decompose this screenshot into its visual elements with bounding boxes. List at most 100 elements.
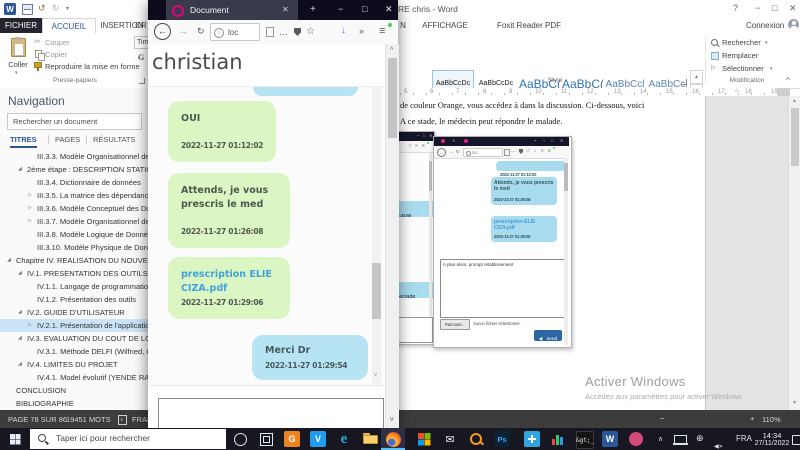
nav-item[interactable]: ◢ Chapitre IV. REALISATION DU NOUVEAU: [0, 254, 164, 267]
scroll-down-icon[interactable]: v: [390, 416, 394, 423]
terminal-app-icon[interactable]: &gt;_: [576, 431, 594, 449]
close-icon[interactable]: ✕: [385, 4, 393, 15]
tray-volume-muted-icon[interactable]: ◀✕: [714, 435, 723, 450]
replace-button[interactable]: Remplacer: [722, 51, 758, 60]
shield-icon[interactable]: [294, 28, 301, 36]
tab-accueil[interactable]: ACCUEIL: [42, 18, 96, 34]
copy-button[interactable]: Copier: [45, 50, 67, 59]
mail-app-icon[interactable]: ✉: [442, 431, 458, 447]
browser-scrollbar[interactable]: ^ v: [385, 44, 399, 430]
reload-icon[interactable]: ↻: [197, 27, 205, 36]
nav-tab-resultats[interactable]: RÉSULTATS: [86, 135, 136, 144]
firefox-app-icon[interactable]: [385, 431, 401, 447]
nav-tab-titres[interactable]: TITRES: [10, 135, 37, 148]
panel-scroll-down-icon[interactable]: v: [374, 372, 377, 378]
minimize-icon[interactable]: −: [755, 3, 760, 13]
zoom-out-icon[interactable]: −: [660, 414, 664, 423]
scroll-up-icon[interactable]: ▲: [792, 98, 797, 104]
nav-item[interactable]: BIBLIOGRAPHIE: [0, 397, 164, 410]
maximize-icon[interactable]: □: [772, 3, 777, 13]
task-view-icon[interactable]: [260, 433, 273, 446]
wamp-app-icon[interactable]: [628, 431, 644, 447]
tab-affichage[interactable]: AFFICHAGE: [414, 18, 476, 33]
help-icon[interactable]: ?: [733, 3, 738, 13]
qat-menu-icon[interactable]: ▾: [66, 5, 69, 12]
find-button[interactable]: Rechercher: [722, 38, 761, 47]
edge-app-icon[interactable]: e: [336, 431, 352, 447]
taskbar-search-input[interactable]: [54, 432, 223, 444]
word-app-icon[interactable]: W: [602, 431, 618, 447]
tray-network-icon[interactable]: ⊕: [696, 433, 704, 444]
action-center-icon[interactable]: [792, 435, 800, 445]
panel-scrollbar-thumb[interactable]: [372, 263, 381, 319]
word-scrollbar[interactable]: ▲ ▼: [788, 96, 800, 410]
zoom-level[interactable]: 110%: [762, 415, 781, 424]
cortana-icon[interactable]: [234, 433, 247, 446]
undo-icon[interactable]: ↺: [38, 3, 46, 14]
browser-tab[interactable]: Document ✕: [166, 0, 298, 20]
browser-scrollbar-thumb[interactable]: [388, 58, 397, 138]
tray-laptop-icon[interactable]: [673, 435, 688, 445]
site-info-icon[interactable]: i: [214, 28, 224, 38]
vscode-app-icon[interactable]: V: [310, 431, 326, 447]
save-icon[interactable]: [22, 4, 33, 15]
tab-revision[interactable]: N: [398, 18, 408, 33]
scroll-up-icon[interactable]: ^: [390, 47, 393, 54]
minimize-icon[interactable]: −: [338, 4, 343, 14]
stats-app-icon[interactable]: [550, 431, 566, 447]
photoshop-app-icon[interactable]: Ps: [494, 431, 510, 447]
nav-tab-pages[interactable]: PAGES: [48, 135, 80, 144]
nav-search-input[interactable]: [11, 116, 139, 127]
tray-chevron-icon[interactable]: ∧: [658, 435, 663, 443]
avatar[interactable]: [788, 19, 799, 30]
tab-fichier[interactable]: FICHIER: [0, 18, 42, 33]
collapse-ribbon-icon[interactable]: ^: [786, 76, 790, 85]
overflow-menu-icon[interactable]: »: [359, 27, 364, 36]
reader-view-icon[interactable]: [266, 27, 274, 37]
zoom-in-icon[interactable]: +: [750, 414, 754, 423]
start-button[interactable]: [0, 428, 30, 450]
url-input[interactable]: [226, 27, 258, 38]
scrollbar-thumb[interactable]: [791, 108, 799, 166]
bookmark-star-icon[interactable]: ☆: [306, 27, 315, 37]
nav-search-box[interactable]: [7, 113, 142, 130]
file-explorer-icon[interactable]: [362, 431, 378, 447]
indent-marker-icon[interactable]: ⌂: [735, 88, 739, 94]
page-actions-icon[interactable]: …: [279, 28, 288, 37]
panel-scrollbar[interactable]: [372, 87, 381, 385]
proofing-icon[interactable]: ✕: [118, 415, 127, 425]
scroll-down-icon[interactable]: ▼: [792, 400, 797, 406]
paste-button[interactable]: Coller ▾: [6, 37, 30, 79]
format-painter-button[interactable]: Reproduire la mise en forme: [45, 62, 140, 71]
tray-language[interactable]: FRA: [736, 434, 752, 443]
tab-creation[interactable]: CR: [134, 18, 148, 33]
maximize-icon[interactable]: □: [362, 4, 367, 14]
tab-foxit[interactable]: Foxit Reader PDF: [486, 18, 572, 33]
download-icon[interactable]: ↓: [341, 26, 346, 36]
gdesign-app-icon[interactable]: G: [284, 431, 300, 447]
store-app-icon[interactable]: [416, 431, 432, 447]
styles-dialog-launcher[interactable]: [681, 79, 687, 85]
hamburger-menu-icon[interactable]: ≡: [379, 26, 385, 37]
cut-button[interactable]: Couper: [45, 38, 70, 47]
tray-clock[interactable]: 14:34 27/11/2022: [752, 431, 792, 447]
clipboard-dialog-launcher[interactable]: [139, 78, 145, 84]
chat-message-panel[interactable]: ^ OUI 2022-11-27 01:12:02 Attends, je vo…: [148, 86, 384, 386]
forward-icon[interactable]: →: [179, 27, 188, 36]
tab-close-icon[interactable]: ✕: [282, 5, 289, 14]
attachment-link[interactable]: prescription ELIE CIZA.pdf: [181, 268, 279, 296]
taskbar-search-box[interactable]: [30, 429, 226, 449]
select-button[interactable]: Sélectionner: [722, 64, 764, 73]
medical-app-icon[interactable]: [524, 431, 540, 447]
idm-app-icon[interactable]: [468, 431, 484, 447]
bold-button[interactable]: G: [138, 53, 144, 62]
close-icon[interactable]: ✕: [789, 3, 797, 14]
new-tab-icon[interactable]: +: [310, 4, 316, 15]
status-page[interactable]: PAGE 78 SUR 86: [8, 415, 67, 424]
nav-item[interactable]: CONCLUSION: [0, 384, 164, 397]
redo-icon[interactable]: ↻: [52, 3, 60, 14]
url-bar[interactable]: i: [210, 23, 260, 41]
account-button[interactable]: Connexion: [746, 21, 784, 30]
status-words[interactable]: 19451 MOTS: [66, 415, 111, 424]
back-icon[interactable]: ←: [154, 23, 171, 40]
